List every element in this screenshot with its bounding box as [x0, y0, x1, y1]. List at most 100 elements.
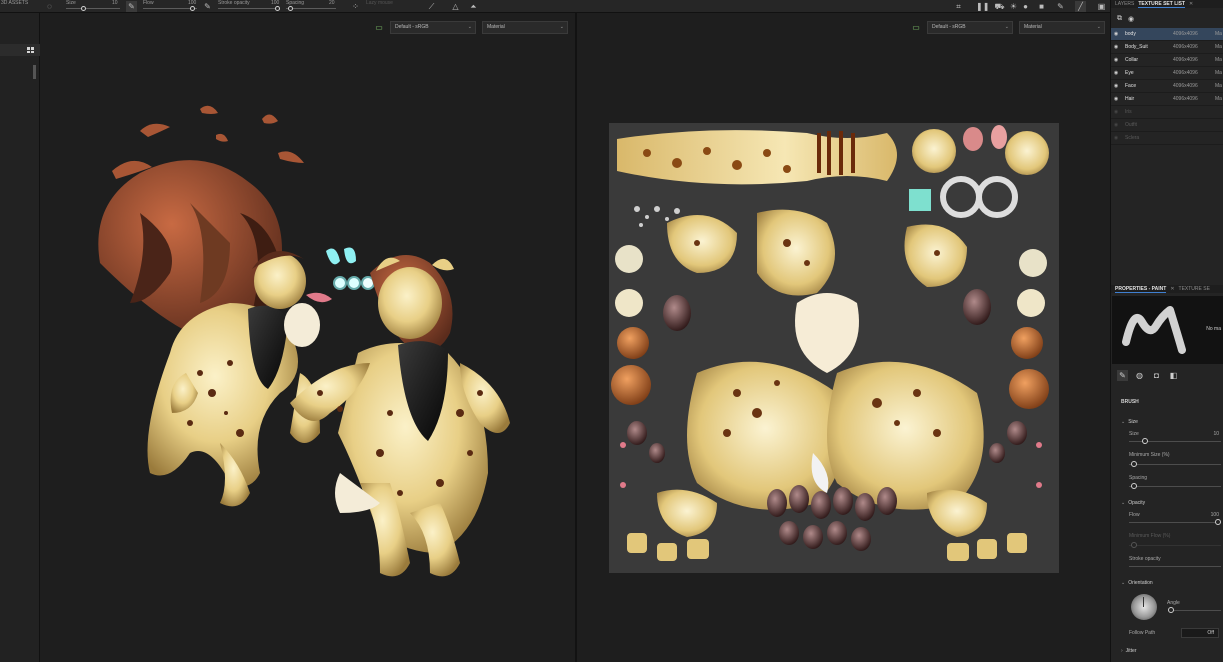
eye-icon[interactable]: ◉ [1128, 15, 1134, 23]
minimum-flow-slider[interactable] [1129, 545, 1221, 546]
mountain-icon[interactable]: ⏶ [468, 1, 479, 12]
texture-set-toolbar: ⧉ ◉ [1111, 12, 1223, 26]
viewport-2d[interactable]: ▭ Default - sRGB ⌄ Material ⌄ [577, 13, 1110, 662]
texture-set-row[interactable]: ◉ Body_Suit 4096x4096 Ma [1111, 41, 1223, 54]
texture-set-shader[interactable]: Ma [1215, 96, 1222, 102]
texture-set-row[interactable]: ◉ Face 4096x4096 Ma [1111, 80, 1223, 93]
shelf-row[interactable] [0, 44, 40, 56]
stencil-icon[interactable]: ◘ [1151, 370, 1162, 381]
texture-set-shader[interactable]: Ma [1215, 70, 1222, 76]
jitter-group-header[interactable]: › Jitter [1121, 648, 1137, 654]
angle-slider-knob[interactable] [1168, 607, 1174, 613]
minimum-flow-slider-knob[interactable] [1130, 542, 1137, 548]
texture-set-row[interactable]: ◉ Sclera [1111, 132, 1223, 145]
lazy-mouse-icon[interactable]: ⁘ [350, 1, 361, 12]
toolbar-spacing-knob[interactable] [288, 6, 293, 11]
symmetry-icon[interactable]: ⟋ [426, 1, 437, 12]
properties-icon-tabs: ✎ ◍ ◘ ◧ [1111, 368, 1223, 382]
triangle-icon[interactable]: △ [450, 1, 461, 12]
light-icon[interactable]: ☀ [1008, 1, 1019, 12]
material-icon[interactable]: ◧ [1168, 370, 1179, 381]
texture-set-row[interactable]: ◉ body 4096x4096 Ma [1111, 28, 1223, 41]
texture-set-row[interactable]: ◉ Collar 4096x4096 Ma [1111, 54, 1223, 67]
eye-icon[interactable]: ◉ [1111, 57, 1121, 63]
sphere-icon[interactable]: ◍ [1134, 370, 1145, 381]
texture-set-shader[interactable]: Ma [1215, 83, 1222, 89]
pen-icon[interactable]: ✎ [1055, 1, 1066, 12]
opacity-group-header[interactable]: ⌄ Opacity [1121, 500, 1145, 506]
tab-texture-set-settings[interactable]: TEXTURE SE [1179, 285, 1210, 293]
video-icon[interactable]: ■ [1036, 1, 1047, 12]
angle-dial[interactable] [1131, 594, 1157, 620]
eye-icon[interactable]: ◉ [1111, 31, 1121, 37]
brush-settings-icon[interactable]: ◌ [44, 1, 55, 12]
tab-layers[interactable]: LAYERS [1115, 0, 1134, 8]
texture-set-row[interactable]: ◉ Outfit [1111, 119, 1223, 132]
flow-slider[interactable] [1129, 522, 1221, 523]
eye-icon[interactable]: ◉ [1111, 70, 1121, 76]
texture-set-shader[interactable]: Ma [1215, 44, 1222, 50]
orientation-group-header[interactable]: ⌄ Orientation [1121, 580, 1153, 586]
tab-properties-paint[interactable]: PROPERTIES - PAINT [1115, 285, 1167, 293]
toolbar-size-value: 10 [112, 0, 118, 6]
toolbar-stroke-opacity-slider[interactable] [218, 8, 280, 9]
eye-icon[interactable]: ◉ [1111, 109, 1121, 115]
flow-pen-icon[interactable]: ✎ [126, 1, 137, 12]
toolbar-stroke-opacity-knob[interactable] [275, 6, 280, 11]
toolbar-size-slider[interactable] [66, 8, 120, 9]
flow-slider-knob[interactable] [1215, 519, 1221, 525]
pause-icon[interactable]: ❚❚ [976, 1, 989, 12]
screenshot-icon[interactable]: ▣ [1096, 1, 1107, 12]
grid-icon[interactable]: ⌗ [953, 1, 964, 12]
chevron-down-icon: ⌄ [1121, 419, 1126, 425]
3d-model-render [98, 105, 510, 577]
toolbar-spacing-label: Spacing [286, 0, 305, 6]
minimum-size-label: Minimum Size (%) [1129, 452, 1170, 458]
viewport-3d[interactable]: ▭ Default - sRGB ⌄ Material ⌄ [40, 13, 575, 662]
brush-section-title: BRUSH [1121, 399, 1139, 405]
eye-icon[interactable]: ◉ [1111, 135, 1121, 141]
toolbar-flow-slider[interactable] [143, 8, 197, 9]
texture-set-row[interactable]: ◉ Iris [1111, 106, 1223, 119]
toolbar-size-knob[interactable] [81, 6, 86, 11]
close-icon[interactable]: ✕ [1189, 0, 1193, 8]
follow-path-label: Follow Path [1129, 630, 1156, 636]
texture-set-name: Collar [1125, 57, 1139, 63]
eye-icon[interactable]: ◉ [1111, 44, 1121, 50]
minimum-size-slider[interactable] [1129, 464, 1221, 465]
eye-icon[interactable]: ◉ [1111, 83, 1121, 89]
toolbar-flow-label: Flow [143, 0, 154, 6]
texture-set-row[interactable]: ◉ Eye 4096x4096 Ma [1111, 67, 1223, 80]
spacing-slider-knob[interactable] [1130, 483, 1137, 489]
texture-set-shader[interactable]: Ma [1215, 31, 1222, 37]
minimum-size-slider-knob[interactable] [1130, 461, 1137, 467]
sphere-icon[interactable]: ● [1020, 1, 1031, 12]
eye-icon[interactable]: ◉ [1111, 122, 1121, 128]
stroke-opacity-label: Stroke opacity [1129, 556, 1161, 562]
follow-path-select[interactable]: Off [1181, 628, 1219, 638]
shelf-scrollbar[interactable] [33, 65, 36, 79]
texture-set-name: Face [1125, 83, 1137, 89]
texture-set-row[interactable]: ◉ Hair 4096x4096 Ma [1111, 93, 1223, 106]
left-panel-tab-label[interactable]: 3D ASSETS [1, 0, 28, 6]
size-slider-knob[interactable] [1141, 438, 1148, 444]
size-group-header[interactable]: ⌄ Size [1121, 419, 1138, 425]
paint-mode-icon[interactable]: ╱ [1075, 1, 1086, 12]
grid-view-icon[interactable] [27, 47, 34, 53]
angle-slider[interactable] [1169, 610, 1221, 611]
spacing-slider[interactable] [1129, 486, 1221, 487]
brush-icon[interactable]: ✎ [1117, 369, 1128, 381]
toolbar-spacing-slider[interactable] [286, 8, 336, 9]
camera-icon[interactable]: ⛟ [994, 1, 1005, 12]
stroke-opacity-slider[interactable] [1129, 566, 1221, 567]
texture-set-shader[interactable]: Ma [1215, 57, 1222, 63]
orientation-group-label: Orientation [1128, 580, 1153, 586]
toolbar-flow-knob[interactable] [190, 6, 195, 11]
opacity-group-label: Opacity [1128, 500, 1146, 506]
close-icon[interactable]: ✕ [1170, 285, 1174, 293]
tab-texture-set-list[interactable]: TEXTURE SET LIST [1138, 0, 1186, 8]
eye-icon[interactable]: ◉ [1111, 96, 1121, 102]
size-label: Size [1129, 431, 1139, 437]
filter-icon[interactable]: ⧉ [1117, 15, 1122, 23]
stroke-pen-icon[interactable]: ✎ [202, 1, 213, 12]
